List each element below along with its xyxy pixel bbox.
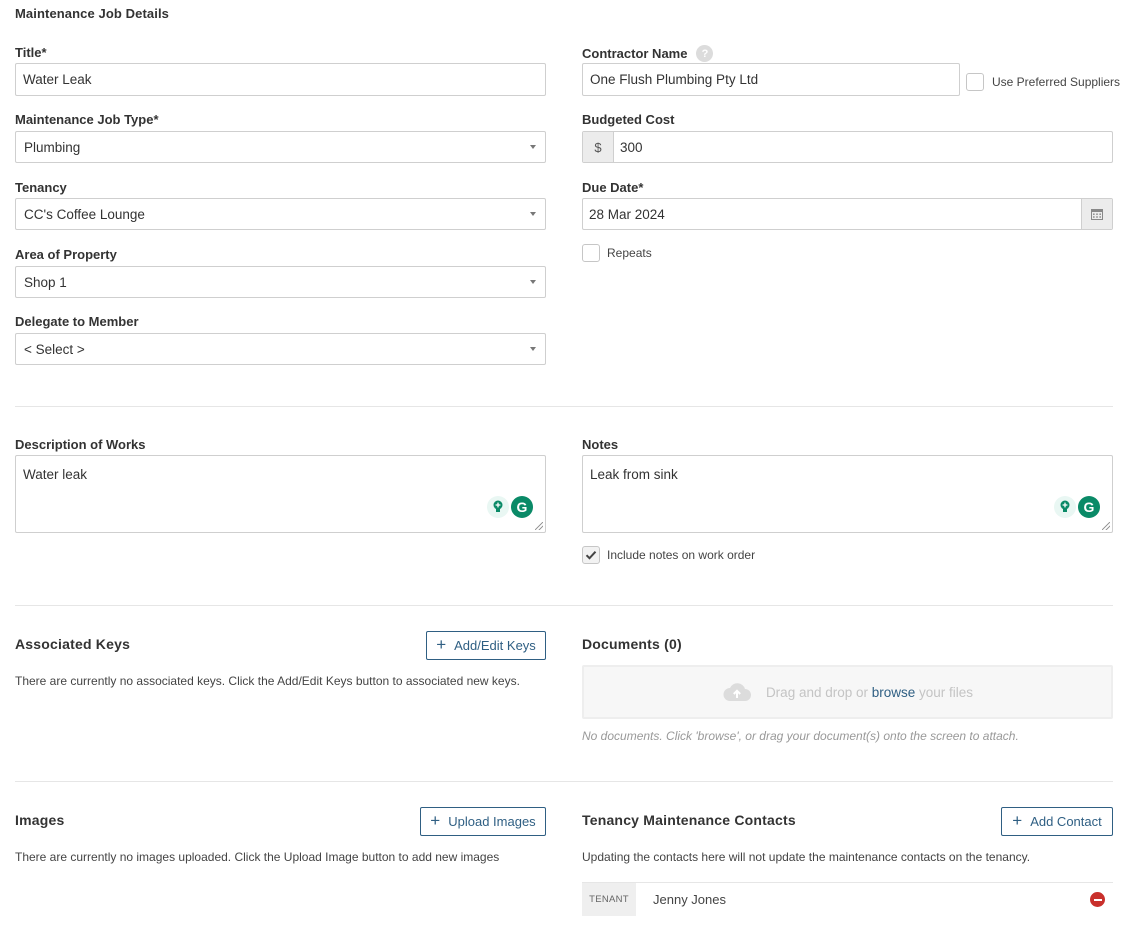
notes-textarea[interactable]: Leak from sink G [582,455,1113,533]
upload-images-label: Upload Images [448,814,536,829]
budget-input[interactable]: 300 [614,132,1112,162]
images-title: Images [15,812,65,828]
repeats-checkbox[interactable] [582,244,600,262]
job-type-value: Plumbing [24,139,81,155]
repeats-option[interactable]: Repeats [582,244,652,262]
add-contact-label: Add Contact [1030,814,1102,829]
area-label: Area of Property [15,247,117,262]
currency-addon: $ [583,132,614,162]
include-notes-checkbox[interactable] [582,546,600,564]
resize-handle[interactable] [535,522,543,530]
chevron-down-icon [530,145,536,149]
contact-row: TENANT Jenny Jones [582,882,1113,916]
keys-empty-text: There are currently no associated keys. … [15,674,520,688]
contact-name: Jenny Jones [653,892,726,907]
cloud-upload-icon [723,683,751,701]
plus-icon: + [436,635,447,654]
document-dropzone[interactable]: Drag and drop or browse your files [582,665,1113,719]
notes-value: Leak from sink [590,467,678,482]
job-type-select[interactable]: Plumbing [15,131,546,163]
delegate-select[interactable]: < Select > [15,333,546,365]
remove-contact-button[interactable] [1090,892,1105,907]
add-edit-keys-label: Add/Edit Keys [454,638,536,653]
keys-title: Associated Keys [15,636,131,652]
preferred-suppliers-checkbox[interactable] [966,73,984,91]
budget-input-group: $ 300 [582,131,1113,163]
add-edit-keys-button[interactable]: + Add/Edit Keys [426,631,546,660]
contact-type-badge: TENANT [582,883,636,916]
checkmark-icon [585,551,597,560]
description-textarea[interactable]: Water leak G [15,455,546,533]
contractor-value: One Flush Plumbing Pty Ltd [590,72,759,87]
page-title: Maintenance Job Details [15,6,170,21]
divider [15,406,1113,407]
notes-label: Notes [582,437,619,452]
dropzone-prefix: Drag and drop or [765,684,872,700]
divider [15,781,1113,782]
calendar-button[interactable] [1081,199,1112,229]
due-date-input-group: 28 Mar 2024 [582,198,1113,230]
chevron-down-icon [530,347,536,351]
images-empty-text: There are currently no images uploaded. … [15,850,500,864]
repeats-label: Repeats [607,246,652,260]
dropzone-text: Drag and drop or browse your files [766,685,973,700]
budget-value: 300 [620,139,643,155]
calendar-icon [1091,209,1103,220]
due-date-input[interactable]: 28 Mar 2024 [583,199,1081,229]
area-value: Shop 1 [24,274,67,290]
plus-icon: + [430,811,441,830]
grammarly-widget[interactable]: G [487,496,533,518]
title-input[interactable]: Water Leak [15,63,546,96]
job-type-label: Maintenance Job Type* [15,112,159,127]
chevron-down-icon [530,212,536,216]
grammarly-icon[interactable]: G [511,496,533,518]
documents-title: Documents (0) [582,636,682,652]
contractor-label: Contractor Name [582,46,688,61]
chevron-down-icon [530,280,536,284]
due-date-value: 28 Mar 2024 [589,206,665,222]
help-icon[interactable]: ? [696,45,714,62]
contractor-label-row: Contractor Name ? [582,45,714,62]
area-select[interactable]: Shop 1 [15,266,546,298]
delegate-value: < Select > [24,341,85,357]
contractor-input[interactable]: One Flush Plumbing Pty Ltd [582,63,960,96]
plus-icon: + [1012,811,1023,830]
minus-icon [1093,898,1102,901]
description-value: Water leak [23,467,88,482]
help-icon-glyph: ? [701,47,709,60]
tenancy-value: CC's Coffee Lounge [24,206,145,222]
lightbulb-icon[interactable] [1054,496,1076,518]
contacts-info-text: Updating the contacts here will not upda… [582,850,1031,864]
grammarly-widget[interactable]: G [1054,496,1100,518]
grammarly-icon[interactable]: G [1078,496,1100,518]
resize-handle[interactable] [1102,522,1110,530]
browse-link[interactable]: browse [872,685,916,700]
documents-empty-text: No documents. Click 'browse', or drag yo… [582,729,1019,743]
dropzone-suffix: your files [915,684,974,700]
include-notes-option[interactable]: Include notes on work order [582,546,755,564]
include-notes-label: Include notes on work order [607,548,756,562]
contacts-title: Tenancy Maintenance Contacts [582,812,796,828]
upload-images-button[interactable]: + Upload Images [420,807,546,836]
divider [15,605,1113,606]
add-contact-button[interactable]: + Add Contact [1001,807,1113,836]
budget-label: Budgeted Cost [582,112,675,127]
tenancy-label: Tenancy [15,180,67,195]
due-date-label: Due Date* [582,180,644,195]
description-label: Description of Works [15,437,146,452]
title-value: Water Leak [23,72,92,87]
tenancy-select[interactable]: CC's Coffee Lounge [15,198,546,230]
lightbulb-icon[interactable] [487,496,509,518]
preferred-suppliers-option[interactable]: Use Preferred Suppliers [966,73,1120,91]
preferred-suppliers-label: Use Preferred Suppliers [992,75,1121,89]
title-label: Title* [15,45,47,60]
delegate-label: Delegate to Member [15,314,139,329]
